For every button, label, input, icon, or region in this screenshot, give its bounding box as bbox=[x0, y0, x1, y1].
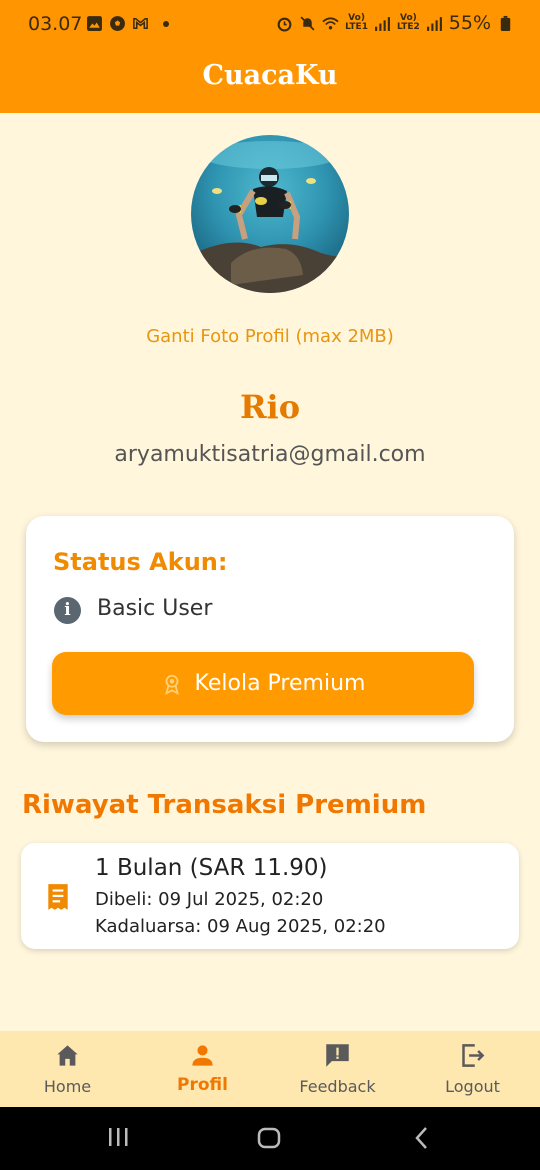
receipt-icon bbox=[48, 884, 68, 910]
account-status-value: Basic User bbox=[97, 596, 213, 621]
manage-premium-button[interactable]: Kelola Premium bbox=[52, 652, 474, 715]
badge-icon bbox=[164, 674, 179, 695]
transaction-purchase-date: Dibeli: 09 Jul 2025, 02:20 bbox=[95, 889, 324, 910]
system-indicators: Vo) LTE1 Vo) LTE2 55% bbox=[276, 12, 514, 34]
back-icon[interactable] bbox=[410, 1125, 434, 1155]
app-title: CuacaKu bbox=[202, 60, 338, 91]
profile-avatar[interactable] bbox=[191, 135, 349, 293]
home-button-icon[interactable] bbox=[256, 1125, 282, 1155]
nav-home[interactable]: Home bbox=[0, 1031, 135, 1107]
lte2-indicator: Vo) LTE2 bbox=[396, 13, 420, 32]
lte1-indicator: Vo) LTE1 bbox=[345, 13, 368, 32]
image-icon bbox=[87, 16, 102, 31]
recent-apps-icon[interactable] bbox=[106, 1125, 130, 1153]
wifi-icon bbox=[322, 16, 339, 29]
nav-home-label: Home bbox=[43, 1077, 92, 1096]
more-notifications-dot bbox=[163, 20, 169, 27]
signal-icon bbox=[375, 16, 390, 31]
gmail-icon bbox=[133, 18, 148, 29]
battery-percent: 55% bbox=[448, 12, 491, 34]
nav-feedback[interactable]: Feedback bbox=[270, 1031, 405, 1107]
notification-icons bbox=[86, 15, 169, 32]
mute-icon bbox=[300, 16, 315, 30]
nav-logout[interactable]: Logout bbox=[405, 1031, 540, 1107]
transaction-expiry-date: Kadaluarsa: 09 Aug 2025, 02:20 bbox=[95, 916, 386, 937]
app-bar: CuacaKu bbox=[0, 50, 540, 113]
signal-icon bbox=[426, 16, 442, 31]
home-icon bbox=[57, 1045, 78, 1066]
soccer-ball-icon bbox=[110, 16, 125, 31]
avatar-photo bbox=[191, 141, 349, 293]
status-time: 03.07 bbox=[28, 13, 83, 35]
nav-profil[interactable]: Profil bbox=[135, 1031, 270, 1107]
account-status-card: Status Akun: i Basic User Kelola Premium bbox=[26, 516, 514, 742]
status-bar: 03.07 Vo) LTE1 Vo) LTE2 55% bbox=[0, 0, 540, 50]
feedback-icon bbox=[326, 1044, 349, 1067]
person-icon bbox=[192, 1045, 213, 1066]
transaction-history-title: Riwayat Transaksi Premium bbox=[22, 790, 427, 820]
nav-profil-label: Profil bbox=[177, 1075, 228, 1095]
account-status-label: Status Akun: bbox=[53, 548, 228, 576]
logout-icon bbox=[462, 1044, 485, 1067]
bottom-navigation: Home Profil Feedback Logout bbox=[0, 1031, 540, 1107]
nav-feedback-label: Feedback bbox=[299, 1077, 376, 1096]
battery-icon bbox=[500, 15, 511, 31]
change-photo-link[interactable]: Ganti Foto Profil (max 2MB) bbox=[0, 326, 540, 347]
transaction-title: 1 Bulan (SAR 11.90) bbox=[95, 855, 328, 881]
manage-premium-label: Kelola Premium bbox=[194, 671, 366, 696]
alarm-icon bbox=[277, 17, 292, 31]
nav-logout-label: Logout bbox=[445, 1077, 500, 1096]
system-navigation-bar bbox=[0, 1107, 540, 1170]
transaction-item[interactable]: 1 Bulan (SAR 11.90) Dibeli: 09 Jul 2025,… bbox=[21, 843, 519, 949]
user-name: Rio bbox=[239, 388, 301, 426]
user-email: aryamuktisatria@gmail.com bbox=[114, 442, 426, 467]
info-icon: i bbox=[54, 597, 81, 624]
